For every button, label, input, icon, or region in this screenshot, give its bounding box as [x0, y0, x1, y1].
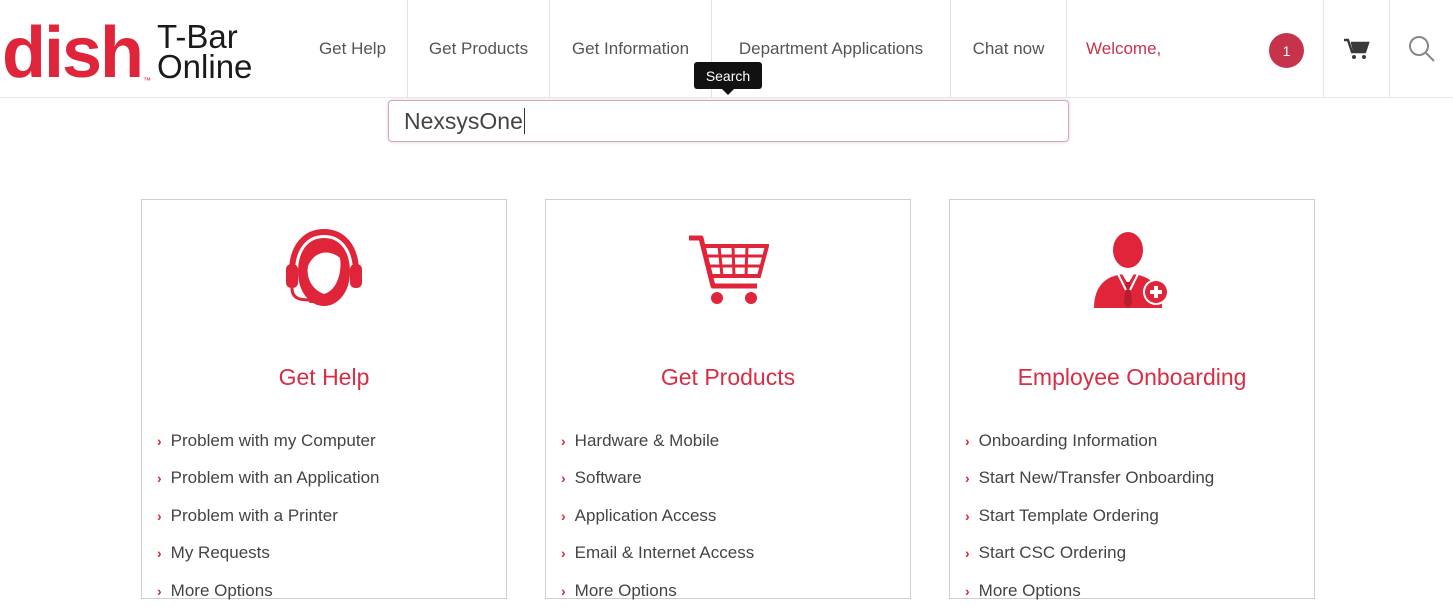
tbar-online-logo[interactable]: dish ™ T-Bar Online [0, 13, 253, 93]
card-get-help: Get Help › Problem with my Computer › Prob… [141, 199, 507, 600]
chevron-right-icon: › [157, 470, 162, 487]
link-label: Application Access [574, 505, 717, 525]
link-label: Start Template Ordering [978, 505, 1159, 525]
card-title[interactable]: Employee Onboarding [950, 364, 1314, 391]
notification-badge[interactable]: 1 [1269, 33, 1304, 68]
shopping-cart-icon [546, 228, 910, 318]
link-more-options[interactable]: › More Options [965, 572, 1214, 610]
chevron-right-icon: › [965, 432, 970, 449]
cart-button[interactable] [1323, 0, 1389, 98]
link-label: Hardware & Mobile [574, 430, 720, 450]
trademark-symbol: ™ [143, 76, 152, 85]
link-problem-printer[interactable]: › Problem with a Printer [157, 497, 380, 535]
link-onboarding-information[interactable]: › Onboarding Information [965, 422, 1214, 460]
link-my-requests[interactable]: › My Requests [157, 535, 380, 573]
link-label: More Options [170, 580, 273, 600]
link-start-template-ordering[interactable]: › Start Template Ordering [965, 497, 1214, 535]
link-problem-computer[interactable]: › Problem with my Computer [157, 422, 380, 460]
logo-line-2: Online [157, 48, 253, 85]
chevron-right-icon: › [561, 432, 566, 449]
chevron-right-icon: › [157, 507, 162, 524]
search-icon [1408, 36, 1435, 62]
link-label: Start CSC Ordering [978, 543, 1127, 563]
search-input-value: NexsysOne [404, 107, 523, 134]
card-get-products: Get Products › Hardware & Mobile › Softwar… [545, 199, 911, 600]
link-label: Email & Internet Access [574, 543, 755, 563]
text-caret [523, 108, 525, 134]
tbar-online-text: T-Bar Online [157, 20, 253, 85]
nav-get-information[interactable]: Get Information [550, 0, 712, 98]
chevron-right-icon: › [561, 582, 566, 599]
link-label: Problem with a Printer [170, 505, 338, 525]
cart-icon [1343, 38, 1370, 59]
add-user-icon [950, 228, 1314, 318]
card-link-list: › Onboarding Information › Start New/Trans… [965, 422, 1214, 610]
link-label: Software [574, 468, 642, 488]
nav-get-help[interactable]: Get Help [298, 0, 408, 98]
link-more-options[interactable]: › More Options [561, 572, 754, 610]
chevron-right-icon: › [965, 582, 970, 599]
headset-agent-icon [142, 228, 506, 318]
chevron-right-icon: › [561, 545, 566, 562]
link-email-internet-access[interactable]: › Email & Internet Access [561, 535, 754, 573]
link-label: More Options [978, 580, 1081, 600]
link-problem-application[interactable]: › Problem with an Application [157, 460, 380, 498]
card-link-list: › Hardware & Mobile › Software › Applicatio… [561, 422, 754, 610]
card-title[interactable]: Get Help [142, 364, 506, 391]
link-label: Start New/Transfer Onboarding [978, 468, 1215, 488]
link-start-new-transfer-onboarding[interactable]: › Start New/Transfer Onboarding [965, 460, 1214, 498]
dish-wordmark: dish [2, 13, 144, 93]
card-employee-onboarding: Employee Onboarding › Onboarding Informat… [949, 199, 1315, 600]
link-start-csc-ordering[interactable]: › Start CSC Ordering [965, 535, 1214, 573]
link-hardware-mobile[interactable]: › Hardware & Mobile [561, 422, 754, 460]
nav-get-products[interactable]: Get Products [408, 0, 550, 98]
link-label: Problem with my Computer [170, 430, 376, 450]
chevron-right-icon: › [157, 432, 162, 449]
link-more-options[interactable]: › More Options [157, 572, 380, 610]
link-label: Problem with an Application [170, 468, 380, 488]
card-title[interactable]: Get Products [546, 364, 910, 391]
chevron-right-icon: › [965, 507, 970, 524]
card-link-list: › Problem with my Computer › Problem with … [157, 422, 380, 610]
link-label: My Requests [170, 543, 270, 563]
link-software[interactable]: › Software [561, 460, 754, 498]
search-button[interactable] [1389, 0, 1453, 98]
chevron-right-icon: › [157, 545, 162, 562]
link-label: Onboarding Information [978, 430, 1158, 450]
chevron-right-icon: › [561, 470, 566, 487]
chevron-right-icon: › [157, 582, 162, 599]
chevron-right-icon: › [965, 470, 970, 487]
link-application-access[interactable]: › Application Access [561, 497, 754, 535]
link-label: More Options [574, 580, 677, 600]
nav-chat-now[interactable]: Chat now [951, 0, 1067, 98]
chevron-right-icon: › [561, 507, 566, 524]
welcome-user-menu[interactable]: Welcome, [1086, 0, 1266, 98]
search-tooltip: Search [694, 62, 762, 95]
search-input[interactable]: NexsysOne [388, 100, 1069, 142]
chevron-right-icon: › [965, 545, 970, 562]
